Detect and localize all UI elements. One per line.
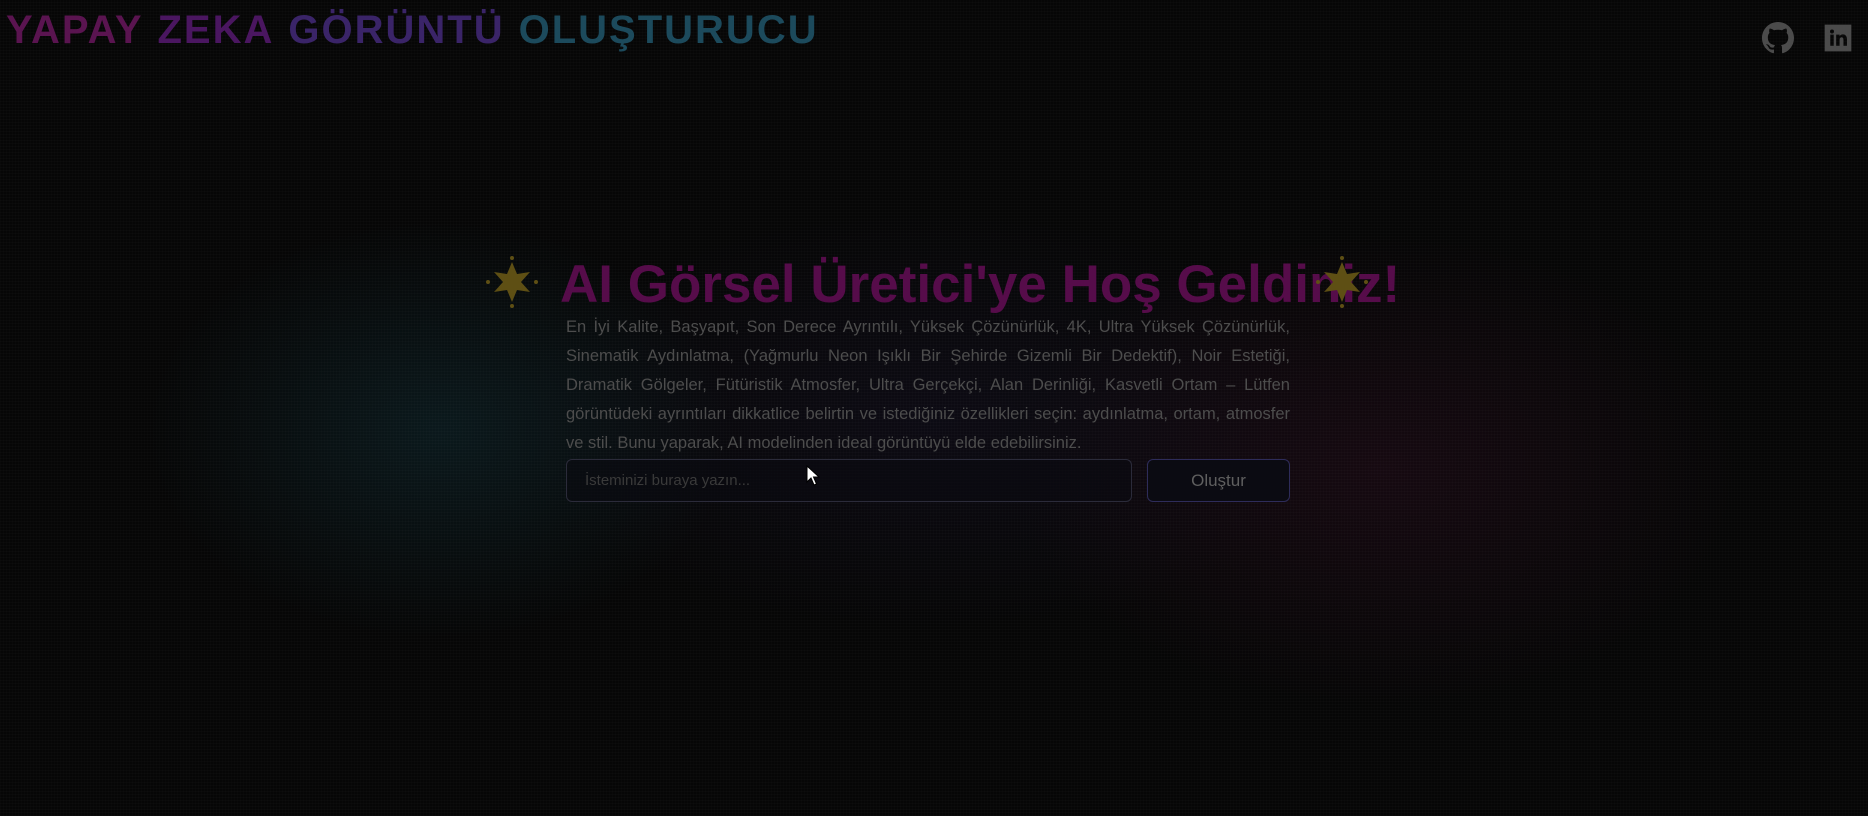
github-link[interactable]	[1762, 22, 1794, 54]
prompt-input[interactable]	[566, 459, 1132, 502]
brand-word: ZEKA	[157, 8, 275, 52]
brand-title: YAPAY ZEKA GÖRÜNTÜ OLUŞTURUCU	[6, 6, 833, 54]
brand-word: OLUŞTURUCU	[518, 8, 819, 52]
github-icon	[1762, 22, 1794, 54]
prompt-form: Oluştur	[566, 459, 1290, 504]
hero-header: AI Görsel Üretici'ye Hoş Geldiniz!	[0, 250, 1868, 320]
brand-word: GÖRÜNTÜ	[288, 8, 505, 52]
mouse-cursor-icon	[806, 465, 820, 486]
brand-word: YAPAY	[6, 8, 144, 52]
sparkle-star-icon	[1314, 254, 1370, 310]
app-page: YAPAY ZEKA GÖRÜNTÜ OLUŞTURUCU AI Görsel Üre…	[0, 0, 1868, 816]
create-button[interactable]: Oluştur	[1147, 459, 1290, 502]
linkedin-icon	[1824, 24, 1852, 52]
page-title: AI Görsel Üretici'ye Hoş Geldiniz!	[560, 255, 1401, 314]
social-links	[1762, 22, 1854, 54]
sparkle-star-icon	[484, 254, 540, 310]
linkedin-link[interactable]	[1822, 22, 1854, 54]
description-text: En İyi Kalite, Başyapıt, Son Derece Ayrı…	[566, 317, 1290, 452]
